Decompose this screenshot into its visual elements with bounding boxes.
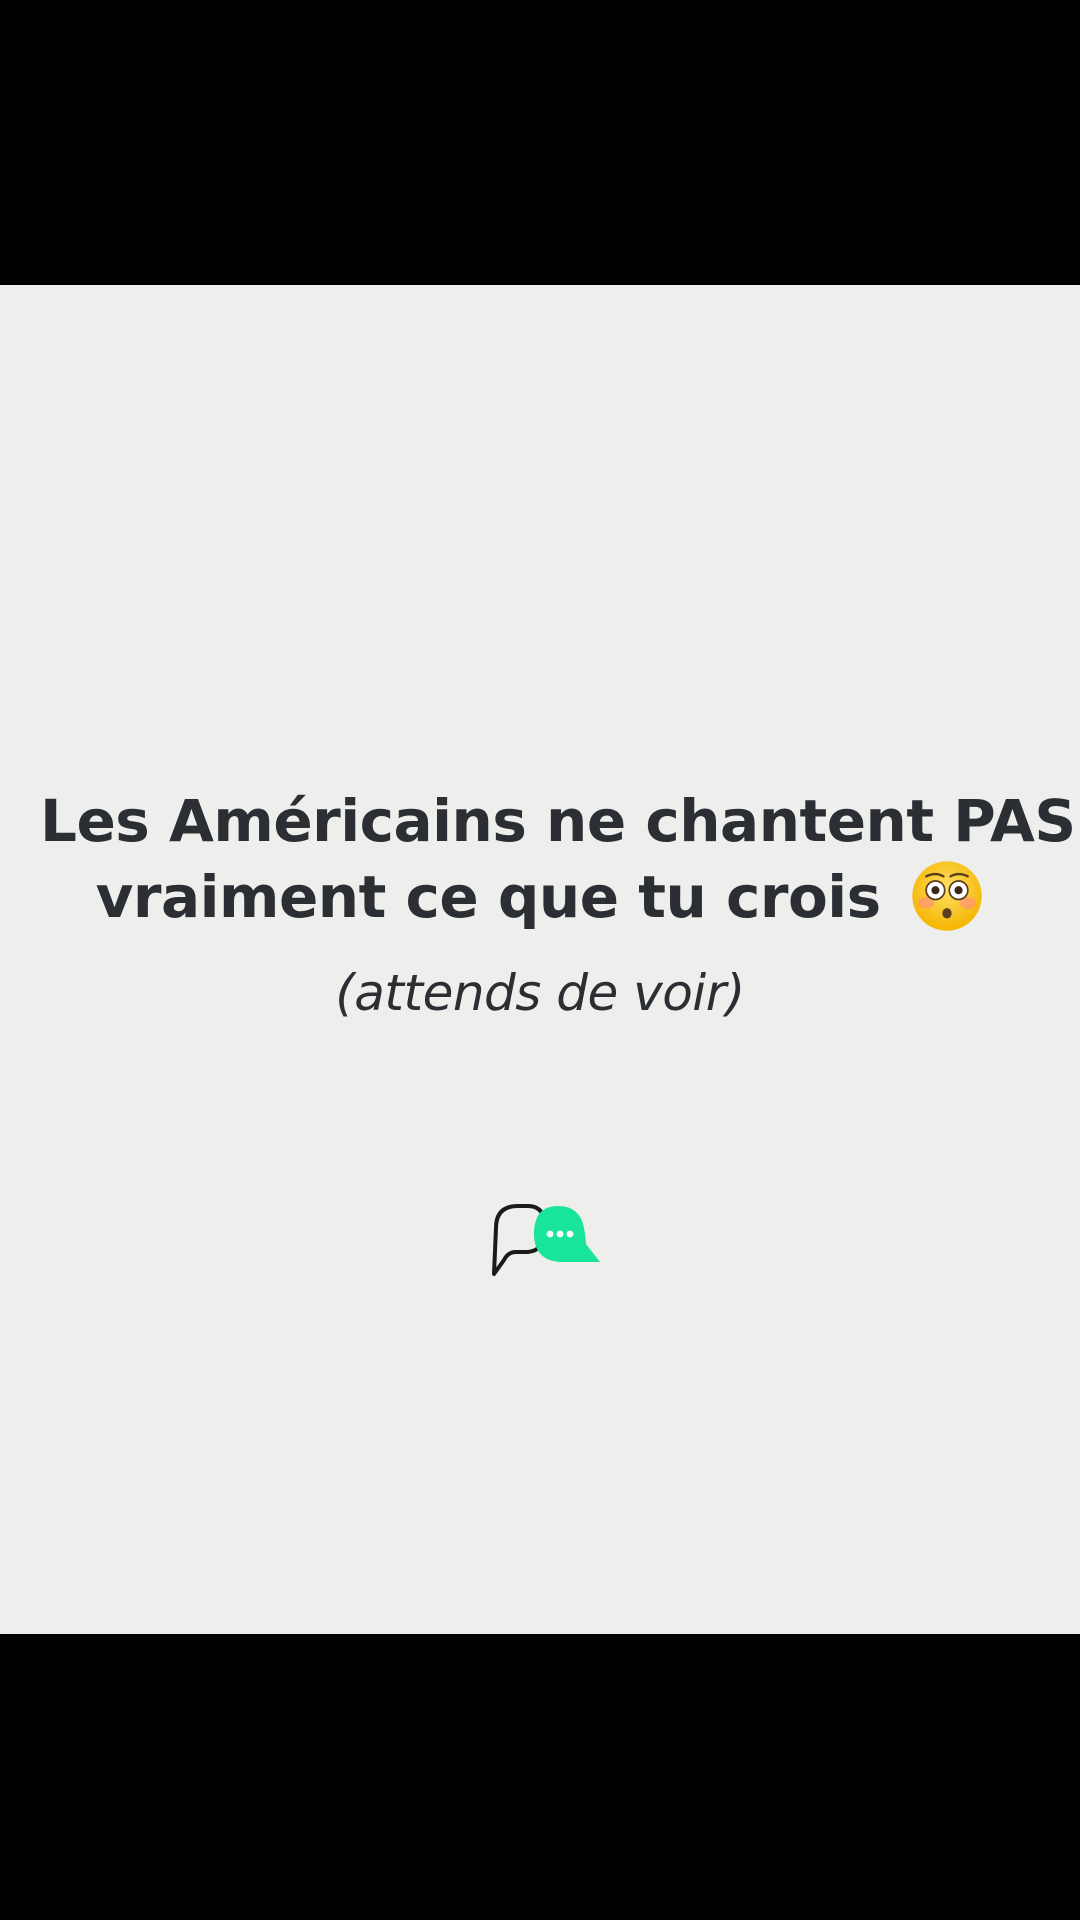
- flushed-face-icon: [912, 861, 983, 931]
- headline-line-2: vraiment ce que tu crois: [40, 859, 1040, 935]
- letterbox-bottom: [0, 1634, 1080, 1920]
- letterbox-top: [0, 0, 1080, 285]
- headline-line-2-text: vraiment ce que tu crois: [95, 863, 901, 931]
- post-card: Les Américains ne chantent PAS vraiment …: [0, 285, 1080, 1634]
- video-frame: Les Américains ne chantent PAS vraiment …: [0, 0, 1080, 1920]
- chat-bubbles-icon: [492, 1204, 600, 1276]
- headline: Les Américains ne chantent PAS vraiment …: [40, 783, 1076, 935]
- headline-line-1: Les Américains ne chantent PAS: [40, 787, 1076, 855]
- subtitle: (attends de voir): [335, 964, 745, 1022]
